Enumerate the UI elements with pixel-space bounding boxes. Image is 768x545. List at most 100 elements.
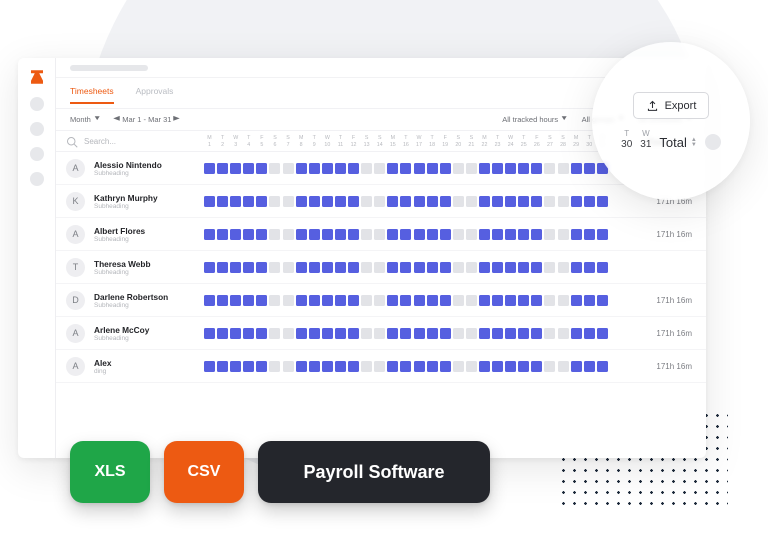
day-cell[interactable]	[256, 229, 267, 240]
day-cell[interactable]	[544, 229, 555, 240]
table-row[interactable]: AAlbert FloresSubheading171h 16m	[56, 218, 706, 251]
day-cell[interactable]	[217, 163, 228, 174]
day-cell[interactable]	[597, 361, 608, 372]
day-cell[interactable]	[571, 229, 582, 240]
day-cell[interactable]	[400, 295, 411, 306]
day-cell[interactable]	[558, 361, 569, 372]
day-cell[interactable]	[361, 361, 372, 372]
day-cell[interactable]	[427, 361, 438, 372]
day-cell[interactable]	[322, 295, 333, 306]
table-row[interactable]: TTheresa WebbSubheading	[56, 251, 706, 284]
day-cell[interactable]	[558, 163, 569, 174]
day-cell[interactable]	[374, 229, 385, 240]
day-cell[interactable]	[387, 328, 398, 339]
payroll-badge[interactable]: Payroll Software	[258, 441, 490, 503]
day-cell[interactable]	[518, 361, 529, 372]
day-cell[interactable]	[400, 262, 411, 273]
nav-icon[interactable]	[30, 122, 44, 136]
day-cell[interactable]	[243, 295, 254, 306]
day-cell[interactable]	[544, 163, 555, 174]
day-cell[interactable]	[440, 229, 451, 240]
day-cell[interactable]	[230, 229, 241, 240]
day-cell[interactable]	[269, 361, 280, 372]
day-cell[interactable]	[427, 196, 438, 207]
day-cell[interactable]	[584, 163, 595, 174]
day-cell[interactable]	[335, 328, 346, 339]
day-cell[interactable]	[597, 295, 608, 306]
nav-icon[interactable]	[30, 97, 44, 111]
day-cell[interactable]	[584, 196, 595, 207]
day-cell[interactable]	[479, 196, 490, 207]
day-cell[interactable]	[466, 361, 477, 372]
day-cell[interactable]	[243, 229, 254, 240]
day-cell[interactable]	[597, 328, 608, 339]
day-cell[interactable]	[544, 262, 555, 273]
day-cell[interactable]	[544, 295, 555, 306]
day-cell[interactable]	[309, 163, 320, 174]
tab-approvals[interactable]: Approvals	[136, 86, 174, 104]
day-cell[interactable]	[322, 361, 333, 372]
day-cell[interactable]	[453, 262, 464, 273]
day-cell[interactable]	[243, 196, 254, 207]
day-cell[interactable]	[217, 361, 228, 372]
day-cell[interactable]	[505, 295, 516, 306]
day-cell[interactable]	[361, 262, 372, 273]
day-cell[interactable]	[322, 229, 333, 240]
day-cell[interactable]	[243, 361, 254, 372]
day-cell[interactable]	[505, 361, 516, 372]
period-type-select[interactable]: Month▼	[70, 115, 100, 124]
day-cell[interactable]	[322, 163, 333, 174]
day-cell[interactable]	[440, 328, 451, 339]
day-cell[interactable]	[256, 262, 267, 273]
day-cell[interactable]	[531, 262, 542, 273]
day-cell[interactable]	[374, 262, 385, 273]
day-cell[interactable]	[361, 295, 372, 306]
day-cell[interactable]	[400, 328, 411, 339]
day-cell[interactable]	[374, 295, 385, 306]
day-cell[interactable]	[414, 328, 425, 339]
day-cell[interactable]	[492, 262, 503, 273]
day-cell[interactable]	[283, 229, 294, 240]
day-cell[interactable]	[453, 328, 464, 339]
table-row[interactable]: DDarlene RobertsonSubheading171h 16m	[56, 284, 706, 317]
day-cell[interactable]	[335, 295, 346, 306]
day-cell[interactable]	[387, 262, 398, 273]
day-cell[interactable]	[571, 196, 582, 207]
day-cell[interactable]	[584, 295, 595, 306]
day-cell[interactable]	[217, 262, 228, 273]
day-cell[interactable]	[492, 229, 503, 240]
day-cell[interactable]	[204, 262, 215, 273]
day-cell[interactable]	[492, 328, 503, 339]
day-cell[interactable]	[427, 262, 438, 273]
day-cell[interactable]	[374, 361, 385, 372]
nav-icon[interactable]	[30, 147, 44, 161]
day-cell[interactable]	[518, 328, 529, 339]
day-cell[interactable]	[309, 361, 320, 372]
day-cell[interactable]	[571, 295, 582, 306]
day-cell[interactable]	[230, 361, 241, 372]
day-cell[interactable]	[453, 163, 464, 174]
day-cell[interactable]	[558, 229, 569, 240]
day-cell[interactable]	[374, 328, 385, 339]
day-cell[interactable]	[571, 262, 582, 273]
day-cell[interactable]	[204, 163, 215, 174]
day-cell[interactable]	[322, 262, 333, 273]
day-cell[interactable]	[479, 361, 490, 372]
day-cell[interactable]	[466, 262, 477, 273]
day-cell[interactable]	[348, 361, 359, 372]
day-cell[interactable]	[466, 163, 477, 174]
day-cell[interactable]	[361, 196, 372, 207]
day-cell[interactable]	[387, 229, 398, 240]
day-cell[interactable]	[414, 196, 425, 207]
day-cell[interactable]	[283, 163, 294, 174]
day-cell[interactable]	[400, 196, 411, 207]
day-cell[interactable]	[335, 262, 346, 273]
day-cell[interactable]	[531, 295, 542, 306]
day-cell[interactable]	[374, 196, 385, 207]
day-cell[interactable]	[230, 196, 241, 207]
tab-timesheets[interactable]: Timesheets	[70, 86, 114, 104]
day-cell[interactable]	[440, 196, 451, 207]
day-cell[interactable]	[243, 328, 254, 339]
day-cell[interactable]	[400, 229, 411, 240]
day-cell[interactable]	[492, 361, 503, 372]
